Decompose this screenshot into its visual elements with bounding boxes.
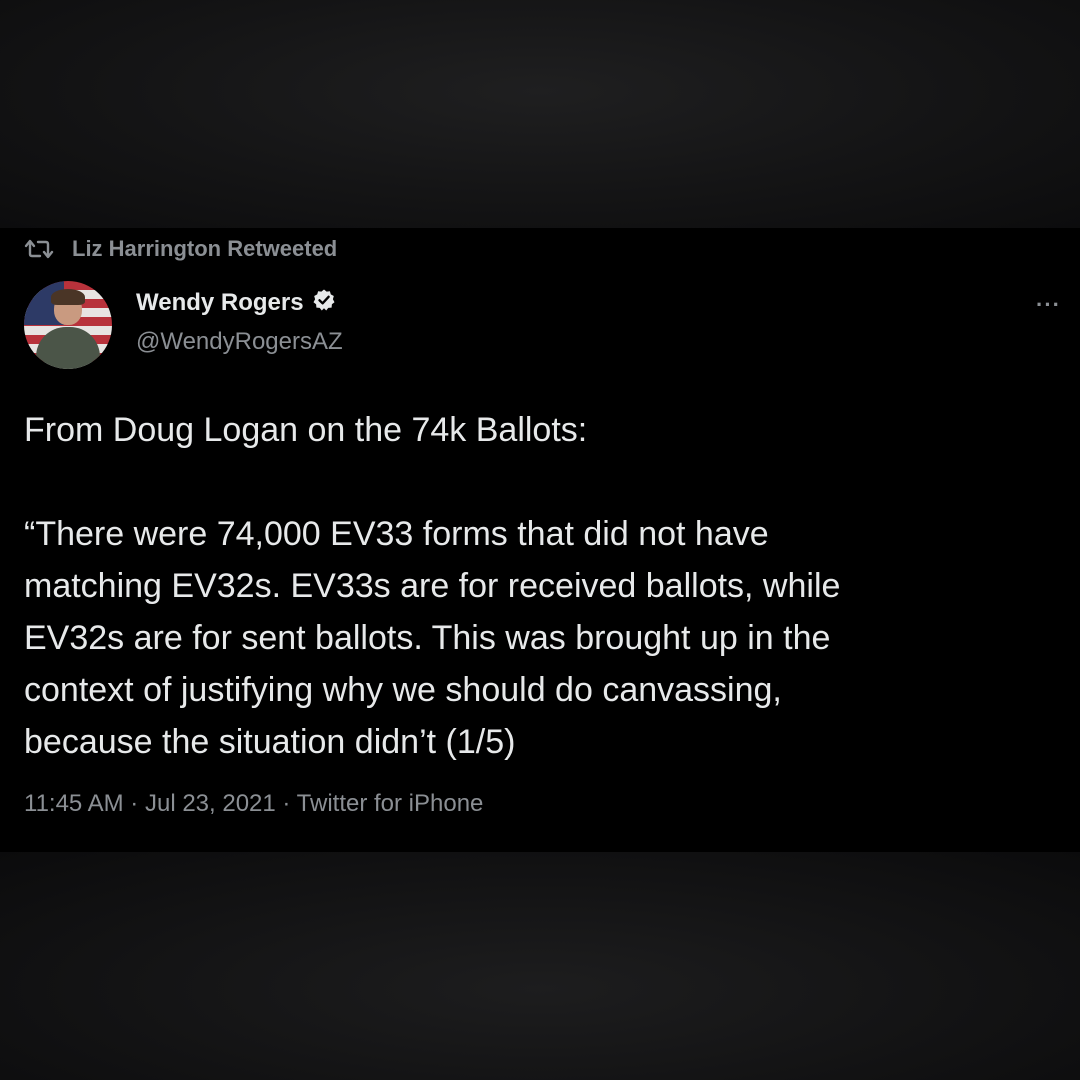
- retweet-context[interactable]: Liz Harrington Retweeted: [24, 236, 337, 262]
- tweet-text-line: context of justifying why we should do c…: [24, 671, 782, 709]
- tweet-text-line: EV32s are for sent ballots. This was bro…: [24, 619, 831, 657]
- verified-badge-icon: [312, 288, 336, 317]
- tweet-text: From Doug Logan on the 74k Ballots: “The…: [24, 404, 1054, 768]
- tweet-text-line: From Doug Logan on the 74k Ballots:: [24, 411, 588, 449]
- tweet-time[interactable]: 11:45 AM: [24, 790, 124, 817]
- more-options-icon[interactable]: ···: [1036, 292, 1061, 318]
- tweet-source[interactable]: Twitter for iPhone: [297, 790, 484, 817]
- retweet-label: Liz Harrington Retweeted: [72, 236, 338, 261]
- avatar-figure-body: [36, 327, 100, 369]
- tweet-date[interactable]: Jul 23, 2021: [145, 790, 276, 817]
- tweet-text-spacer: [24, 456, 1054, 508]
- background-top: [0, 0, 1080, 228]
- tweet-text-line: because the situation didn’t (1/5): [24, 723, 516, 761]
- tweet-metadata: 11:45 AM · Jul 23, 2021 · Twitter for iP…: [24, 790, 483, 818]
- avatar-figure-hair: [51, 289, 85, 305]
- background-bottom: [0, 852, 1080, 1080]
- meta-separator: ·: [282, 790, 297, 817]
- author-name-row[interactable]: Wendy Rogers: [136, 288, 336, 317]
- retweet-icon: [24, 238, 54, 260]
- author-handle[interactable]: @WendyRogersAZ: [136, 328, 343, 356]
- author-display-name[interactable]: Wendy Rogers: [136, 289, 304, 317]
- tweet-text-line: matching EV32s. EV33s are for received b…: [24, 567, 841, 605]
- meta-separator: ·: [130, 790, 145, 817]
- avatar[interactable]: [24, 281, 112, 369]
- tweet-text-line: “There were 74,000 EV33 forms that did n…: [24, 515, 769, 553]
